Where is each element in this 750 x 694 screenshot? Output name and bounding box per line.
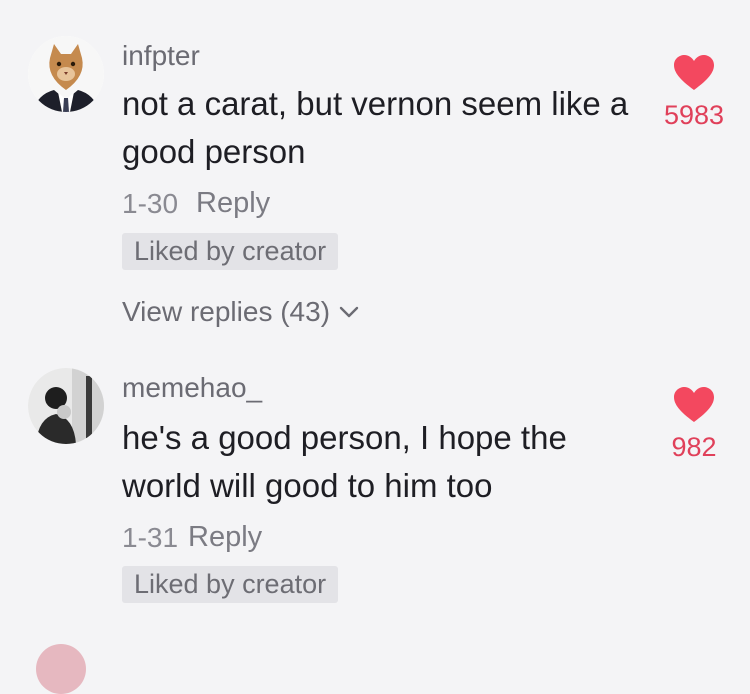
reply-button[interactable]: Reply xyxy=(188,521,262,554)
comment-username[interactable]: memehao_ xyxy=(122,372,262,404)
liked-by-creator-badge: Liked by creator xyxy=(122,566,339,603)
like-button[interactable]: 982 xyxy=(654,386,734,463)
comment-text: he's a good person, I hope the world wil… xyxy=(122,419,567,504)
like-count: 982 xyxy=(671,432,717,462)
comment-date: 1-31 xyxy=(122,522,179,553)
next-user-avatar[interactable] xyxy=(36,644,86,694)
comment-item: memehao_ he's a good person, I hope the … xyxy=(0,0,750,620)
heart-icon xyxy=(674,387,714,422)
person-photo-icon xyxy=(28,368,104,444)
user-avatar[interactable] xyxy=(28,368,104,444)
